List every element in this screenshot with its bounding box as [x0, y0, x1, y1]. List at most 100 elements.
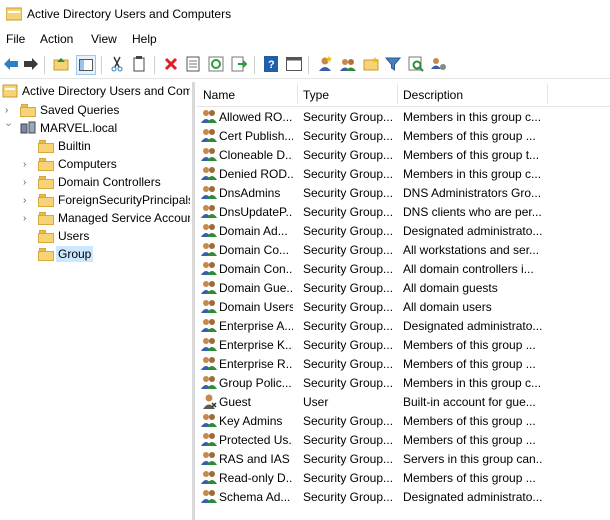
expand-chevron-icon[interactable]: ›: [23, 213, 33, 224]
table-row[interactable]: Allowed RO... Security Group... Members in…: [197, 107, 610, 126]
table-row[interactable]: Cloneable D... Security Group... Members o…: [197, 145, 610, 164]
delete-icon[interactable]: [162, 55, 180, 73]
export-icon[interactable]: [230, 55, 248, 73]
table-row[interactable]: RAS and IAS ... Security Group... Servers …: [197, 449, 610, 468]
tree-item-foreign-security-principals[interactable]: ForeignSecurityPrincipals: [38, 191, 190, 209]
find-icon[interactable]: [407, 55, 425, 73]
column-header-type[interactable]: Type: [303, 88, 329, 102]
cell-description: Members of this group ...: [403, 433, 536, 447]
cell-name: Enterprise K...: [219, 338, 293, 352]
table-row[interactable]: Domain Ad... Security Group... Designated …: [197, 221, 610, 240]
table-row[interactable]: Read-only D... Security Group... Members o…: [197, 468, 610, 487]
new-user-icon[interactable]: [316, 55, 334, 73]
delegate-icon[interactable]: [430, 55, 448, 73]
table-row[interactable]: Guest User Built-in account for gue...: [197, 392, 610, 411]
cell-name: Domain Con...: [219, 262, 293, 276]
tree-item-builtin[interactable]: Builtin: [38, 137, 91, 155]
tree-item-users[interactable]: Users: [38, 227, 89, 245]
cell-type: Security Group...: [303, 186, 393, 200]
show-tree-icon[interactable]: [76, 55, 96, 75]
table-row[interactable]: Domain Users Security Group... All domain …: [197, 297, 610, 316]
ou-folder-icon: [38, 175, 54, 189]
column-header-row: Name Type Description: [197, 82, 610, 107]
cell-description: DNS Administrators Gro...: [403, 186, 542, 200]
expand-chevron-icon[interactable]: ›: [5, 105, 15, 116]
column-header-name[interactable]: Name: [203, 88, 235, 102]
cell-type: User: [303, 395, 329, 409]
cell-name: Domain Ad...: [219, 224, 288, 238]
menu-file[interactable]: File: [6, 32, 25, 46]
cell-type: Security Group...: [303, 224, 393, 238]
table-row[interactable]: Cert Publish... Security Group... Members …: [197, 126, 610, 145]
table-row[interactable]: Domain Gue... Security Group... All domain…: [197, 278, 610, 297]
cell-description: Members of this group ...: [403, 357, 536, 371]
table-row[interactable]: Enterprise R... Security Group... Members …: [197, 354, 610, 373]
pane-splitter[interactable]: [192, 82, 195, 520]
tree-item-saved-queries[interactable]: Saved Queries: [20, 101, 119, 119]
ou-folder-icon: [38, 247, 54, 261]
collapse-chevron-icon[interactable]: ›: [3, 123, 14, 133]
tree-item-computers[interactable]: Computers: [38, 155, 117, 173]
table-row[interactable]: Enterprise K... Security Group... Members …: [197, 335, 610, 354]
menu-action[interactable]: Action: [40, 32, 73, 46]
table-row[interactable]: Domain Con... Security Group... All domain…: [197, 259, 610, 278]
tree-item-domain-controllers[interactable]: Domain Controllers: [38, 173, 161, 191]
tree-root[interactable]: Active Directory Users and Com: [2, 82, 190, 100]
cell-description: All workstations and ser...: [403, 243, 540, 257]
cell-name: Domain Gue...: [219, 281, 293, 295]
svg-text:?: ?: [268, 59, 275, 71]
table-row[interactable]: Enterprise A... Security Group... Designat…: [197, 316, 610, 335]
aduc-root-icon: [2, 84, 18, 98]
column-header-description[interactable]: Description: [403, 88, 463, 102]
cell-type: Security Group...: [303, 338, 393, 352]
expand-chevron-icon[interactable]: ›: [23, 177, 33, 188]
menu-view[interactable]: View: [91, 32, 117, 46]
cell-description: Servers in this group can...: [403, 452, 543, 466]
copy-icon[interactable]: [130, 55, 148, 73]
table-row[interactable]: Schema Ad... Security Group... Designated …: [197, 487, 610, 506]
tree-item-label: Saved Queries: [40, 103, 120, 117]
cell-description: Members in this group c...: [403, 167, 542, 181]
cell-type: Security Group...: [303, 262, 393, 276]
cell-name: Domain Users: [219, 300, 293, 314]
security-group-icon: [201, 317, 217, 333]
table-row[interactable]: Denied ROD... Security Group... Members in…: [197, 164, 610, 183]
filter-icon[interactable]: [384, 55, 402, 73]
console-icon[interactable]: [285, 55, 303, 73]
menu-help[interactable]: Help: [132, 32, 157, 46]
new-group-icon[interactable]: [339, 55, 357, 73]
new-ou-icon[interactable]: [362, 55, 380, 73]
table-row[interactable]: Key Admins Security Group... Members of th…: [197, 411, 610, 430]
help-icon[interactable]: ?: [262, 55, 280, 73]
cell-description: Members of this group ...: [403, 471, 536, 485]
cell-type: Security Group...: [303, 319, 393, 333]
table-row[interactable]: Protected Us... Security Group... Members …: [197, 430, 610, 449]
properties-icon[interactable]: [184, 55, 202, 73]
security-group-icon: [201, 127, 217, 143]
cell-description: Designated administrato...: [403, 224, 543, 238]
expand-chevron-icon[interactable]: ›: [23, 195, 33, 206]
cell-type: Security Group...: [303, 167, 393, 181]
cell-type: Security Group...: [303, 281, 393, 295]
tree-item-managed-service-accounts[interactable]: Managed Service Accour: [38, 209, 190, 227]
security-group-icon: [201, 222, 217, 238]
cut-icon[interactable]: [108, 55, 126, 73]
cell-description: DNS clients who are per...: [403, 205, 542, 219]
cell-name: Key Admins: [219, 414, 283, 428]
disabled-user-icon: [201, 393, 217, 409]
table-row[interactable]: DnsAdmins Security Group... DNS Administra…: [197, 183, 610, 202]
tree-item-group[interactable]: Group: [38, 245, 94, 263]
table-row[interactable]: DnsUpdateP... Security Group... DNS client…: [197, 202, 610, 221]
cell-description: Members of this group t...: [403, 148, 540, 162]
tree-item-label: MARVEL.local: [40, 121, 118, 135]
title-bar: Active Directory Users and Computers: [0, 0, 610, 30]
table-row[interactable]: Domain Co... Security Group... All worksta…: [197, 240, 610, 259]
table-row[interactable]: Group Polic... Security Group... Members i…: [197, 373, 610, 392]
tree-item-marvel-local[interactable]: MARVEL.local: [20, 119, 117, 137]
back-icon[interactable]: [2, 55, 20, 73]
refresh-icon[interactable]: [207, 55, 225, 73]
expand-chevron-icon[interactable]: ›: [23, 159, 33, 170]
up-folder-icon[interactable]: [52, 55, 70, 73]
cell-type: Security Group...: [303, 357, 393, 371]
forward-icon[interactable]: [22, 55, 40, 73]
